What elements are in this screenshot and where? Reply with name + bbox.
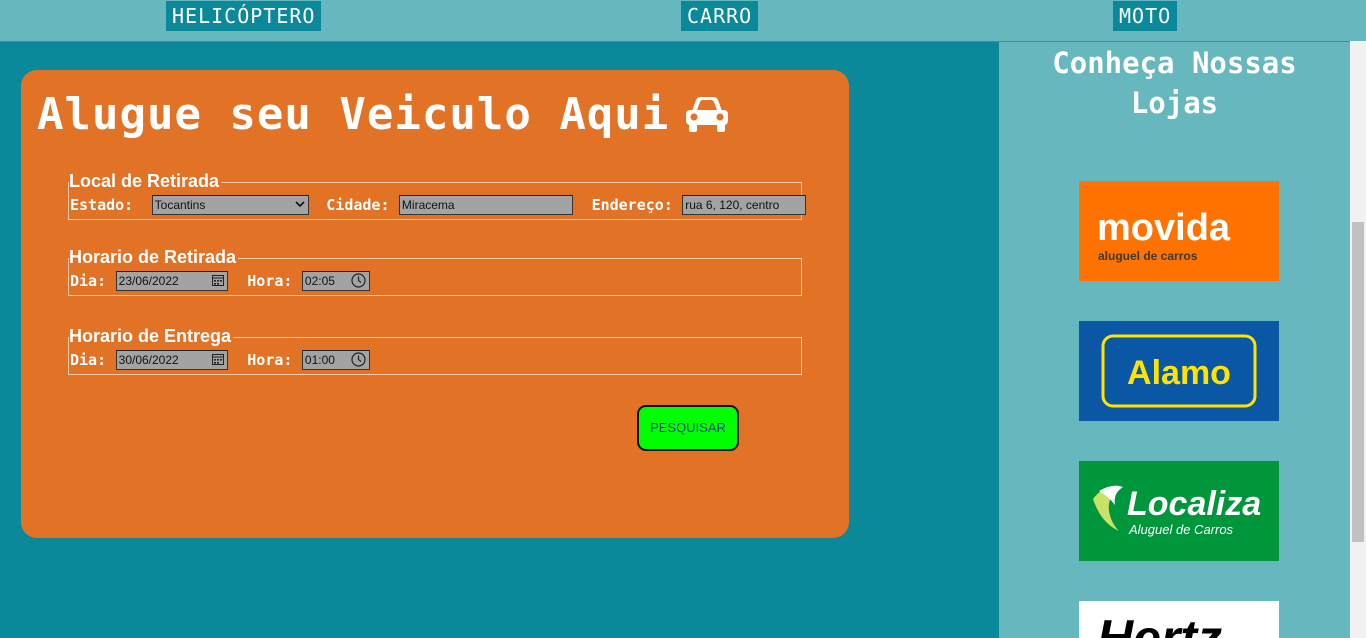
svg-text:Localiza: Localiza (1127, 485, 1261, 523)
pickup-date-input[interactable]: 23/06/2022 (115, 271, 228, 291)
return-date-input[interactable]: 30/06/2022 (115, 350, 228, 370)
return-time-legend: Horario de Entrega (69, 326, 234, 346)
svg-text:Aluguel de Carros: Aluguel de Carros (1128, 522, 1234, 537)
movida-logo[interactable]: movida aluguel de carros (1079, 181, 1279, 281)
clock-icon[interactable] (351, 352, 366, 367)
return-date-value: 30/06/2022 (118, 353, 179, 367)
pickup-time-input[interactable]: 02:05 (301, 271, 370, 291)
pickup-location-legend: Local de Retirada (69, 171, 222, 191)
movida-logo-graphic: movida aluguel de carros (1097, 207, 1231, 263)
pickup-location-row: Estado: Tocantins Cidade: Miracema Ender… (70, 194, 807, 216)
pickup-time-value: 02:05 (304, 274, 335, 288)
endereco-label: Endereço: (591, 196, 673, 214)
hertz-logo[interactable]: Hertz (1079, 601, 1279, 638)
estado-select-value: Tocantins (154, 198, 206, 212)
sidebar-title: Conheça Nossas Lojas (1052, 46, 1297, 120)
svg-text:movida: movida (1097, 207, 1231, 249)
return-time-row: Dia: 30/06/2022 Hora: 01:00 (70, 349, 370, 371)
clock-icon[interactable] (351, 273, 366, 288)
cidade-input[interactable]: Miracema (398, 195, 573, 215)
rental-form-card: Alugue seu Veiculo Aqui Local de Retirad… (21, 70, 849, 538)
pickup-time-group: Horario de Retirada Dia: 23/06/2022 Hora… (68, 247, 802, 296)
localiza-logo-graphic: Localiza Aluguel de Carros (1093, 485, 1261, 537)
top-nav: HELICÓPTERO CARRO MOTO (0, 0, 1366, 42)
page-title: Alugue seu Veiculo Aqui (37, 88, 731, 142)
return-time-value: 01:00 (304, 353, 335, 367)
calendar-icon[interactable] (211, 273, 224, 287)
return-time-group: Horario de Entrega Dia: 30/06/2022 Hora:… (68, 326, 802, 375)
pickup-location-group: Local de Retirada Estado: Tocantins Cida… (68, 171, 807, 220)
return-hora-label: Hora: (247, 351, 293, 369)
nav-link-moto[interactable]: MOTO (1113, 1, 1178, 31)
page-title-text: Alugue seu Veiculo Aqui (37, 89, 670, 140)
car-icon (686, 97, 729, 132)
localiza-logo[interactable]: Localiza Aluguel de Carros (1079, 461, 1279, 561)
pickup-hora-label: Hora: (247, 272, 293, 290)
stores-sidebar: Conheça Nossas Lojas movida aluguel de c… (999, 42, 1350, 638)
pickup-time-row: Dia: 23/06/2022 Hora: 02:05 (70, 270, 370, 292)
pickup-date-value: 23/06/2022 (118, 274, 179, 288)
alamo-logo-graphic: Alamo (1101, 334, 1257, 408)
page-scrollbar-thumb[interactable] (1352, 222, 1364, 542)
svg-text:aluguel de carros: aluguel de carros (1098, 249, 1198, 263)
nav-link-helicoptero[interactable]: HELICÓPTERO (166, 1, 322, 31)
alamo-logo[interactable]: Alamo (1079, 321, 1279, 421)
svg-text:Hertz: Hertz (1097, 610, 1222, 638)
estado-label: Estado: (70, 196, 134, 214)
return-dia-label: Dia: (70, 351, 107, 369)
calendar-icon[interactable] (211, 352, 224, 366)
svg-text:Alamo: Alamo (1127, 354, 1231, 392)
nav-link-carro[interactable]: CARRO (681, 1, 759, 31)
estado-select[interactable]: Tocantins (151, 195, 309, 215)
cidade-label: Cidade: (326, 196, 390, 214)
pickup-time-legend: Horario de Retirada (69, 247, 239, 267)
chevron-down-icon (295, 201, 305, 208)
endereco-input[interactable]: rua 6, 120, centro (682, 195, 807, 215)
pickup-dia-label: Dia: (70, 272, 107, 290)
return-time-input[interactable]: 01:00 (301, 350, 370, 370)
hertz-logo-graphic: Hertz (1097, 610, 1222, 638)
search-button[interactable]: PESQUISAR (637, 405, 739, 451)
